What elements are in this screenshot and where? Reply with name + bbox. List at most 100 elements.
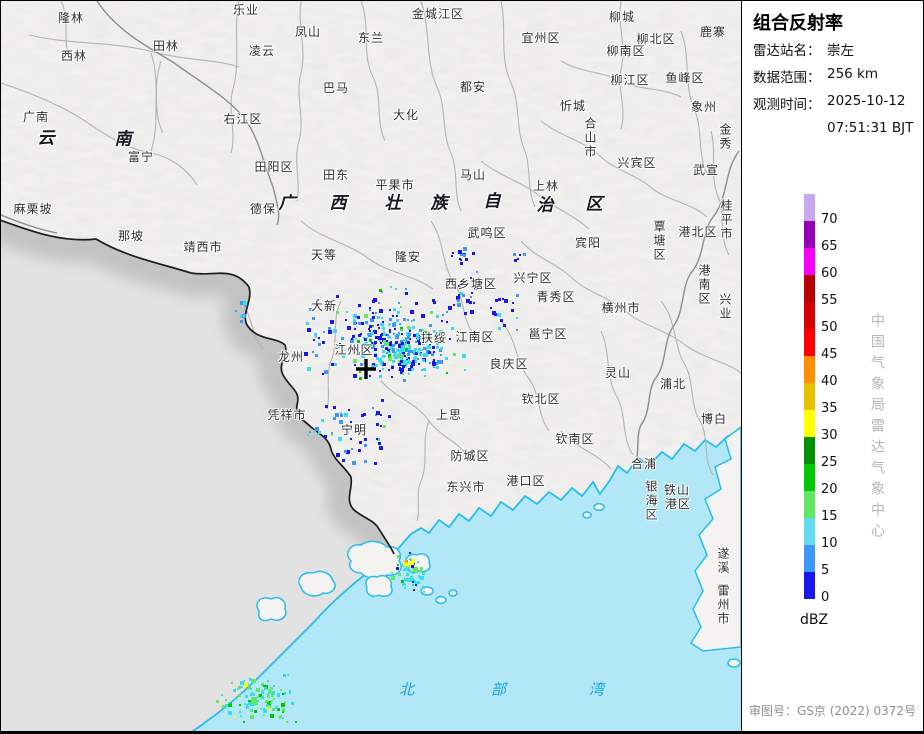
legend-swatch	[804, 383, 815, 410]
echo-cell	[275, 706, 278, 709]
echo-cell	[267, 693, 269, 695]
echo-cell	[408, 344, 410, 346]
echo-cell	[511, 309, 514, 312]
echo-cell	[267, 707, 270, 710]
echo-cell	[418, 363, 420, 365]
legend-tick: 0	[821, 590, 830, 605]
echo-cell	[398, 332, 400, 334]
echo-cell	[322, 341, 325, 344]
echo-cell	[249, 678, 252, 681]
echo-cell	[421, 349, 423, 351]
echo-cell	[351, 338, 353, 340]
echo-cell	[260, 708, 262, 710]
echo-cell	[403, 362, 406, 365]
echo-cell	[436, 366, 439, 369]
echo-cell	[312, 351, 314, 353]
echo-cell	[335, 413, 339, 417]
echo-cell	[473, 302, 475, 304]
echo-cell	[470, 277, 472, 279]
echo-cell	[318, 343, 321, 346]
echo-cell	[432, 346, 435, 349]
echo-cell	[372, 312, 374, 314]
echo-cell	[391, 366, 394, 369]
echo-cell	[389, 318, 392, 321]
echo-cell	[369, 325, 372, 328]
echo-cell	[354, 328, 356, 330]
echo-cell	[380, 334, 382, 336]
echo-cell	[500, 319, 503, 322]
echo-cell	[398, 302, 400, 304]
echo-cell	[415, 302, 418, 305]
echo-cell	[517, 258, 519, 260]
legend-tick: 65	[821, 239, 838, 254]
echo-cell	[404, 355, 406, 357]
echo-cell	[374, 354, 377, 357]
echo-cell	[328, 327, 331, 330]
echo-cell	[338, 345, 341, 348]
echo-cell	[460, 259, 462, 261]
echo-cell	[497, 313, 501, 317]
echo-cell	[235, 310, 237, 312]
echo-cell	[383, 333, 386, 336]
echo-cell	[411, 565, 414, 568]
echo-cell	[383, 425, 386, 428]
echo-cell	[407, 578, 411, 582]
echo-cell	[494, 313, 497, 316]
echo-cell	[433, 301, 436, 304]
echo-cell	[424, 375, 426, 377]
echo-cell	[333, 329, 337, 333]
echo-cell	[388, 415, 391, 418]
echo-cell	[422, 359, 425, 362]
echo-cell	[375, 336, 378, 339]
echo-cell	[336, 311, 339, 314]
echo-cell	[437, 360, 440, 363]
echo-cell	[412, 568, 416, 572]
echo-cell	[451, 327, 454, 330]
echo-cell	[404, 568, 407, 571]
echo-cell	[393, 354, 396, 357]
echo-cell	[314, 333, 317, 336]
echo-cell	[408, 347, 411, 350]
echo-cell	[268, 689, 271, 692]
echo-cell	[392, 315, 394, 317]
echo-cell	[307, 328, 311, 332]
echo-cell	[465, 283, 467, 285]
radar-map: 隆林 西林 田林 乐业 凌云 凤山 东兰 金城江区 宜州区 柳城 鹿寨 柳北区 柳南区 柳江区 鱼峰区 象州忻…	[1, 1, 741, 733]
echo-cell	[375, 364, 378, 367]
echo-cell	[523, 253, 526, 256]
echo-cell	[406, 563, 409, 566]
echo-cell	[295, 721, 297, 723]
echo-cell	[490, 307, 492, 309]
echo-cell	[405, 292, 408, 295]
echo-cell	[448, 306, 452, 310]
echo-cell	[361, 343, 363, 345]
legend-tick: 35	[821, 401, 838, 416]
echo-cell	[396, 567, 399, 570]
echo-cell	[503, 324, 506, 327]
echo-cell	[378, 336, 382, 340]
echo-cell	[264, 687, 267, 690]
echo-cell	[345, 319, 347, 321]
legend-swatch	[804, 545, 815, 572]
echo-cell	[393, 351, 395, 353]
echo-cell	[408, 357, 410, 359]
legend-tick: 5	[821, 563, 830, 578]
legend-swatch	[804, 491, 815, 518]
echo-cell	[407, 353, 410, 356]
echo-cell	[250, 715, 254, 719]
echo-cell	[247, 688, 249, 690]
echo-cell	[371, 332, 374, 335]
echo-cell	[318, 337, 320, 339]
echo-cell	[387, 334, 389, 336]
echo-cell	[432, 361, 435, 364]
echo-cell	[389, 331, 391, 333]
echo-cell	[408, 373, 410, 375]
bottom-border	[1, 731, 923, 733]
echo-cell	[357, 316, 360, 319]
echo-cell	[431, 353, 434, 356]
echo-cell	[381, 317, 383, 319]
echo-cell	[358, 334, 361, 337]
echo-cell	[364, 444, 367, 447]
echo-cell	[417, 581, 420, 584]
echo-cell	[312, 317, 315, 320]
